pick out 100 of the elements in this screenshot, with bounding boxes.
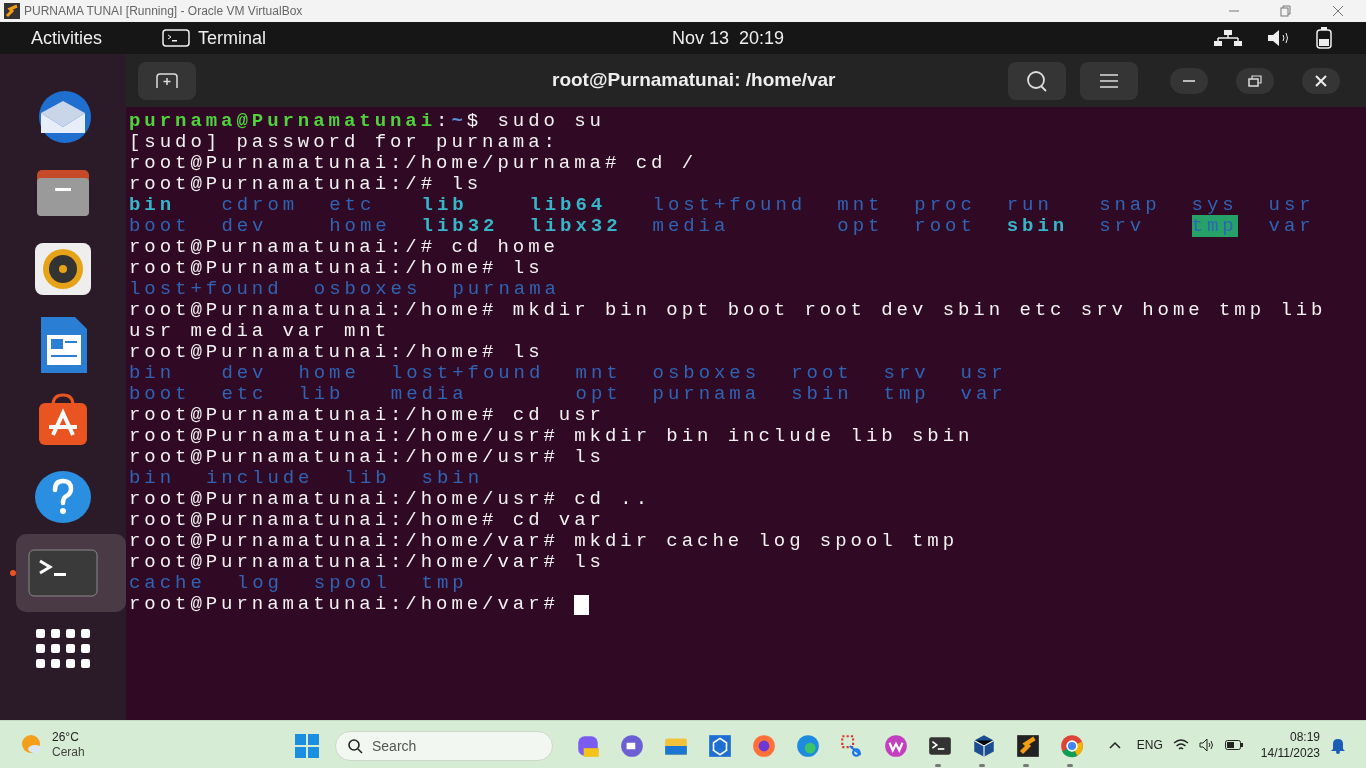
chevron-up-icon[interactable] xyxy=(1108,740,1121,749)
directory-name: bin xyxy=(129,362,176,384)
chrome-icon[interactable] xyxy=(1059,733,1085,759)
terminal-line: root@Purnamatunai:/home/usr# cd .. xyxy=(129,489,651,510)
directory-name: cdrom xyxy=(221,194,299,216)
directory-name: root xyxy=(791,362,853,384)
taskbar-time[interactable]: 08:19 xyxy=(1289,728,1320,745)
directory-name: var xyxy=(960,383,1007,405)
directory-name: osboxes xyxy=(652,362,761,384)
new-tab-button[interactable] xyxy=(138,61,196,100)
language-indicator[interactable]: ENG xyxy=(1136,735,1163,754)
directory-name: lib xyxy=(421,194,468,216)
app-grid-icon[interactable] xyxy=(36,629,90,669)
terminal-icon xyxy=(162,29,190,47)
directory-name: opt xyxy=(575,383,622,405)
directory-name: bin xyxy=(129,467,176,489)
wifi-icon[interactable] xyxy=(1172,737,1189,752)
copilot-icon[interactable] xyxy=(575,733,601,759)
directory-name: dev xyxy=(221,215,268,237)
directory-name: home xyxy=(298,362,360,384)
directory-name: lib32 xyxy=(421,215,499,237)
directory-name: lost+found xyxy=(129,278,283,300)
close-icon[interactable] xyxy=(1332,5,1344,17)
battery-icon[interactable] xyxy=(1316,27,1332,49)
directory-name: snap xyxy=(1099,194,1161,216)
directory-name: sbin xyxy=(791,383,853,405)
directory-name: srv xyxy=(883,362,930,384)
running-indicator xyxy=(10,570,16,576)
volume-icon[interactable] xyxy=(1198,737,1215,752)
terminal-icon[interactable] xyxy=(28,549,98,597)
new-tab-icon xyxy=(156,72,178,89)
directory-name: sys xyxy=(1191,194,1238,216)
battery-icon[interactable] xyxy=(1224,739,1243,750)
minimize-icon xyxy=(1182,78,1196,83)
minimize-button[interactable] xyxy=(1170,67,1208,94)
directory-name: etc xyxy=(329,194,376,216)
terminal-line: root@Purnamatunai:/home/usr# mkdir bin include lib sbin xyxy=(129,426,974,447)
directory-name: media xyxy=(652,215,730,237)
video-chat-icon[interactable] xyxy=(619,733,645,759)
restore-icon[interactable] xyxy=(1280,5,1292,17)
directory-name: bin xyxy=(129,194,176,216)
window-title: PURNAMA TUNAI [Running] - Oracle VM VirtualBox xyxy=(24,3,303,20)
terminal-line: root@Purnamatunai:/home# cd var xyxy=(129,510,605,531)
directory-name: libx32 xyxy=(529,215,622,237)
directory-name: run xyxy=(1006,194,1053,216)
directory-name: include xyxy=(206,467,314,489)
search-field[interactable]: Search xyxy=(335,731,553,761)
cube-icon[interactable] xyxy=(971,733,997,759)
app-logo-icon xyxy=(4,3,20,19)
search-button[interactable] xyxy=(1008,61,1066,100)
directory-name: sbin xyxy=(1006,215,1069,237)
terminal-title: root@Purnamatunai: /home/var xyxy=(552,68,836,93)
vm-window-icon[interactable] xyxy=(1015,733,1041,759)
directory-name: boot xyxy=(129,383,191,405)
speaker-icon[interactable] xyxy=(33,241,93,297)
temperature: 26°C xyxy=(52,729,80,745)
menu-button[interactable] xyxy=(1080,61,1138,100)
directory-name: root xyxy=(914,215,976,237)
start-icon[interactable] xyxy=(295,734,319,758)
menu-icon xyxy=(1099,73,1119,88)
directory-name: media xyxy=(390,383,468,405)
close-button[interactable] xyxy=(1302,67,1340,94)
directory-name: usr xyxy=(1268,194,1315,216)
help-icon[interactable] xyxy=(33,469,93,525)
activities-button[interactable]: Activities xyxy=(31,24,102,52)
directory-name: lost+found xyxy=(390,362,545,384)
terminal-line: root@Purnamatunai:/# cd home xyxy=(129,237,559,258)
directory-name: lost+found xyxy=(652,194,807,216)
directory-name: osboxes xyxy=(313,278,422,300)
terminal-line: root@Purnamatunai:/home/var# mkdir cache log spool tmp xyxy=(129,531,958,552)
directory-name: sbin xyxy=(421,467,483,489)
terminal-line: root@Purnamatunai:/home/var# ls xyxy=(129,552,605,573)
terminal-line: [sudo] password for purnama: xyxy=(129,131,559,153)
directory-name: dev xyxy=(221,362,268,384)
search-icon xyxy=(347,738,363,754)
directory-name: mnt xyxy=(837,194,884,216)
firefox-icon[interactable] xyxy=(751,733,777,759)
weather-condition: Cerah xyxy=(52,744,85,760)
terminal-line: purnama@Purnamatunai:~$ sudo su xyxy=(129,110,605,132)
directory-name: tmp xyxy=(421,572,468,594)
terminal-line: root@Purnamatunai:/home/var# xyxy=(129,594,560,615)
directory-name: spool xyxy=(313,572,391,594)
edge-icon[interactable] xyxy=(795,733,821,759)
network-icon[interactable] xyxy=(1214,29,1242,47)
taskbar-date[interactable]: 14/11/2023 xyxy=(1260,744,1320,761)
app-menu-label[interactable]: Terminal xyxy=(198,24,267,52)
directory-name: mnt xyxy=(575,362,622,384)
terminal-line: usr media var mnt xyxy=(129,320,390,342)
directory-name: srv xyxy=(1099,215,1146,237)
wps-icon[interactable] xyxy=(883,733,909,759)
clock[interactable]: Nov 13 20:19 xyxy=(672,24,785,52)
directory-name: tmp xyxy=(883,383,930,405)
search-icon xyxy=(1025,69,1049,92)
terminal-line: root@Purnamatunai:/home/purnama# cd / xyxy=(129,153,698,174)
directory-name: tmp xyxy=(1191,215,1238,237)
directory-name: purnama xyxy=(452,278,560,300)
restore-button[interactable] xyxy=(1236,67,1274,94)
directory-name: boot xyxy=(129,215,191,237)
terminal-line: root@Purnamatunai:/home# ls xyxy=(129,342,544,363)
close-icon xyxy=(1315,74,1327,87)
